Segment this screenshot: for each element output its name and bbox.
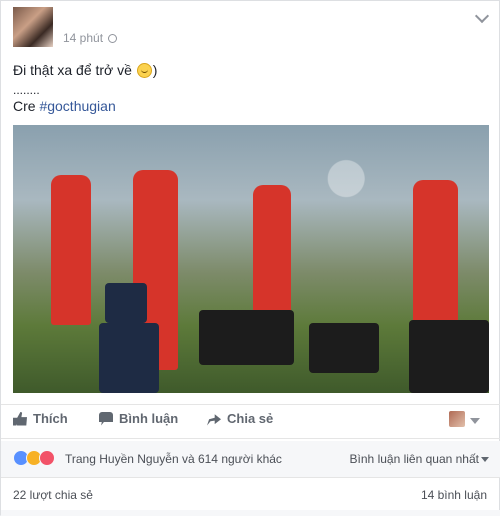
chevron-down-icon[interactable] <box>474 8 490 24</box>
thumbs-up-icon <box>13 411 27 426</box>
post-timestamp[interactable]: 14 phút <box>63 31 103 45</box>
post-credit: Cre #gocthugian <box>13 98 116 114</box>
divider <box>1 477 500 478</box>
post-text-line: Đi thật xa để trở về ) <box>13 62 157 78</box>
player-figure <box>51 175 91 325</box>
comment-label: Bình luận <box>119 411 179 426</box>
post-meta: 14 phút <box>63 31 118 45</box>
reactions-summary[interactable]: Trang Huyền Nguyễn và 614 người khác <box>65 452 282 466</box>
caption-suffix: ) <box>152 62 158 78</box>
profile-avatar-small[interactable] <box>449 411 465 427</box>
shares-count[interactable]: 22 lượt chia sẻ <box>13 488 93 502</box>
divider <box>1 438 500 439</box>
duffel-bag <box>199 310 294 365</box>
suitcase <box>105 283 147 323</box>
share-icon <box>207 414 221 426</box>
like-button[interactable]: Thích <box>13 411 68 426</box>
hashtag-link[interactable]: #gocthugian <box>39 98 115 114</box>
caret-down-icon[interactable] <box>470 418 480 424</box>
suitcase <box>409 320 489 393</box>
suitcase <box>99 323 159 393</box>
caret-down-icon[interactable] <box>481 457 489 462</box>
share-button[interactable]: Chia sẻ <box>207 411 273 426</box>
globe-icon <box>108 34 118 43</box>
share-label: Chia sẻ <box>227 411 274 426</box>
comments-count[interactable]: 14 bình luận <box>421 488 487 502</box>
post-dots: ........ <box>13 83 40 97</box>
post-caption: Đi thật xa để trở về <box>13 62 132 78</box>
author-avatar[interactable] <box>13 7 53 47</box>
comment-icon <box>99 411 113 426</box>
credit-prefix: Cre <box>13 98 36 114</box>
bag <box>309 323 379 373</box>
comment-button[interactable]: Bình luận <box>99 411 178 426</box>
action-bar: Thích Bình luận Chia sẻ <box>1 405 500 435</box>
comment-area-strip <box>1 510 500 516</box>
love-reaction-icon[interactable] <box>39 450 55 466</box>
reactions-bar: Trang Huyền Nguyễn và 614 người khác Bìn… <box>1 441 500 477</box>
post-card: 14 phút Đi thật xa để trở về ) ........ … <box>0 0 500 516</box>
post-photo[interactable] <box>13 125 489 393</box>
like-label: Thích <box>33 411 68 426</box>
comment-sort-dropdown[interactable]: Bình luận liên quan nhất <box>350 452 479 466</box>
smile-emoji-icon <box>136 63 152 78</box>
